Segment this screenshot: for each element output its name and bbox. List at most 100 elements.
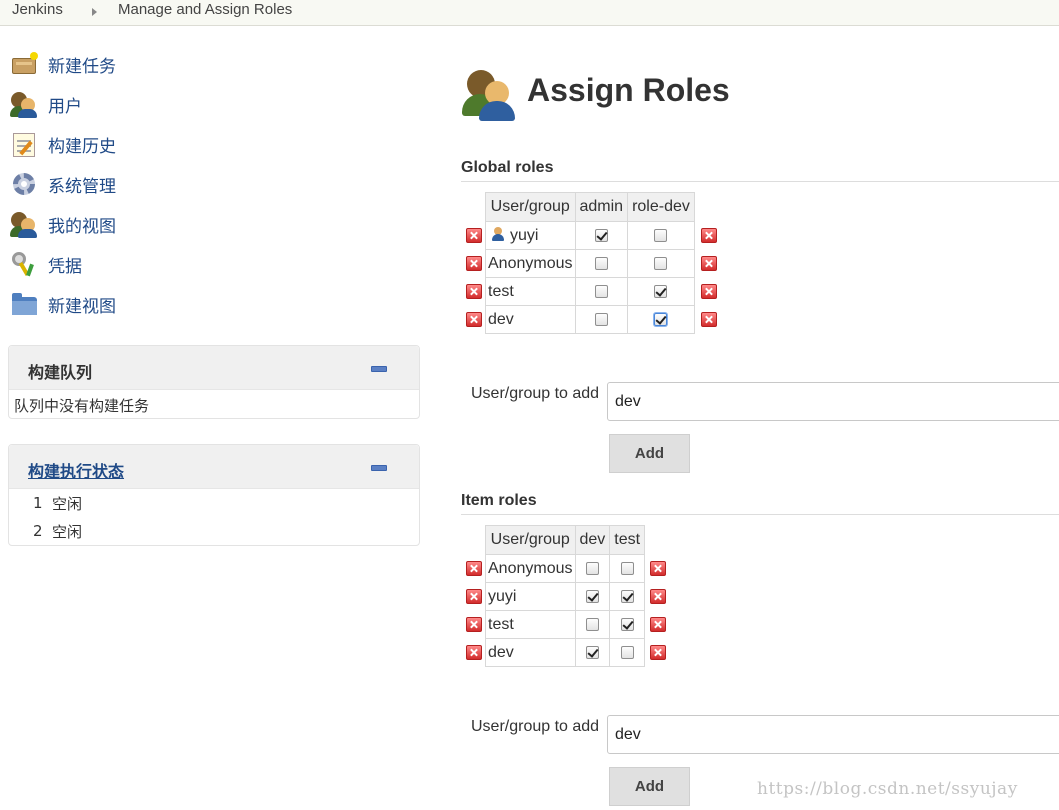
role-checkbox[interactable]	[594, 256, 608, 270]
remove-user-icon[interactable]	[466, 228, 482, 243]
role-checkbox[interactable]	[654, 256, 668, 270]
breadcrumb-separator-icon[interactable]	[92, 8, 97, 16]
remove-user-icon[interactable]	[466, 256, 482, 271]
remove-user-icon[interactable]	[466, 645, 482, 660]
table-header-row: User/group admin role-dev	[485, 192, 695, 222]
build-history-icon	[10, 130, 38, 158]
sidebar-item-build-history[interactable]: 构建历史	[10, 124, 270, 164]
watermark: https://blog.csdn.net/ssyujay	[757, 779, 1018, 799]
collapse-icon[interactable]	[371, 465, 387, 471]
role-checkbox[interactable]	[585, 617, 599, 631]
global-add-button[interactable]: Add	[609, 434, 690, 473]
global-add-label: User/group to add	[471, 385, 600, 402]
role-checkbox[interactable]	[594, 284, 608, 298]
remove-user-icon[interactable]	[650, 617, 666, 632]
column-header: admin	[574, 192, 629, 222]
item-add-label: User/group to add	[471, 718, 600, 735]
table-row: test	[485, 277, 695, 306]
build-queue-pane: 构建队列 队列中没有构建任务	[8, 345, 420, 419]
remove-user-icon[interactable]	[701, 312, 717, 327]
role-checkbox[interactable]	[654, 228, 668, 242]
table-row: dev	[485, 638, 646, 667]
sidebar-tasks: 新建任务 用户 构建历史 系统管理 我的视图 凭据 新建视图	[10, 44, 270, 324]
executors-title-link[interactable]: 构建执行状态	[28, 458, 124, 482]
table-row: test	[485, 610, 646, 639]
executor-status: 空闲	[52, 494, 83, 513]
my-views-icon	[10, 210, 38, 238]
remove-user-icon[interactable]	[466, 312, 482, 327]
gear-icon	[10, 170, 38, 198]
user-name: Anonymous	[485, 249, 576, 278]
user-name: yuyi	[510, 226, 539, 244]
role-checkbox[interactable]	[594, 312, 608, 326]
sidebar-item-label[interactable]: 用户	[48, 92, 82, 117]
executor-status: 空闲	[52, 522, 83, 541]
column-header: test	[609, 525, 646, 555]
sidebar-item-label[interactable]: 新建视图	[48, 292, 116, 317]
role-checkbox[interactable]	[620, 589, 634, 603]
breadcrumb-current-page[interactable]: Manage and Assign Roles	[118, 1, 292, 18]
sidebar-item-credentials[interactable]: 凭据	[10, 244, 270, 284]
role-checkbox[interactable]	[620, 645, 634, 659]
executor-number: 2	[33, 522, 43, 540]
role-checkbox[interactable]	[585, 645, 599, 659]
role-checkbox[interactable]	[654, 284, 668, 298]
remove-user-icon[interactable]	[701, 284, 717, 299]
sidebar-item-users[interactable]: 用户	[10, 84, 270, 124]
pane-header: 构建执行状态	[9, 445, 419, 489]
remove-user-icon[interactable]	[701, 228, 717, 243]
item-user-group-input[interactable]	[607, 715, 1059, 754]
remove-user-icon[interactable]	[650, 589, 666, 604]
sidebar-item-label[interactable]: 构建历史	[48, 132, 116, 157]
role-checkbox[interactable]	[654, 312, 668, 326]
global-roles-title: Global roles	[461, 159, 1059, 182]
user-name: dev	[485, 638, 576, 667]
column-header: User/group	[485, 192, 576, 222]
remove-user-icon[interactable]	[650, 645, 666, 660]
remove-user-icon[interactable]	[466, 284, 482, 299]
role-checkbox[interactable]	[585, 589, 599, 603]
sidebar-item-my-views[interactable]: 我的视图	[10, 204, 270, 244]
global-user-group-input[interactable]	[607, 382, 1059, 421]
column-header: User/group	[485, 525, 576, 555]
remove-user-icon[interactable]	[466, 617, 482, 632]
item-add-button[interactable]: Add	[609, 767, 690, 806]
user-name: dev	[485, 305, 576, 334]
sidebar-item-new-view[interactable]: 新建视图	[10, 284, 270, 324]
remove-user-icon[interactable]	[650, 561, 666, 576]
assign-roles-icon	[461, 67, 517, 123]
table-row: Anonymous	[485, 554, 646, 583]
sidebar-item-manage[interactable]: 系统管理	[10, 164, 270, 204]
role-checkbox[interactable]	[620, 617, 634, 631]
page-title: Assign Roles	[527, 72, 730, 108]
user-icon	[491, 226, 505, 241]
user-name: Anonymous	[485, 554, 576, 583]
users-icon	[10, 90, 38, 118]
breadcrumb-jenkins-link[interactable]: Jenkins	[12, 1, 63, 18]
table-header-row: User/group dev test	[485, 525, 646, 555]
folder-icon	[10, 290, 38, 318]
column-header: dev	[574, 525, 611, 555]
remove-user-icon[interactable]	[466, 561, 482, 576]
sidebar-item-label[interactable]: 新建任务	[48, 52, 116, 77]
role-checkbox[interactable]	[585, 561, 599, 575]
user-name: test	[485, 277, 576, 306]
global-roles-table: User/group admin role-dev yuyi Anonymous…	[485, 192, 695, 334]
role-checkbox[interactable]	[594, 228, 608, 242]
pane-header: 构建队列	[9, 346, 419, 390]
sidebar-item-label[interactable]: 凭据	[48, 252, 82, 277]
breadcrumb: Jenkins Manage and Assign Roles	[0, 0, 1059, 26]
table-row: yuyi	[485, 221, 695, 250]
role-checkbox[interactable]	[620, 561, 634, 575]
remove-user-icon[interactable]	[466, 589, 482, 604]
table-row: yuyi	[485, 582, 646, 611]
remove-user-icon[interactable]	[701, 256, 717, 271]
item-roles-table: User/group dev test Anonymous yuyi test …	[485, 525, 646, 667]
build-queue-title: 构建队列	[28, 363, 93, 382]
sidebar-item-new-item[interactable]: 新建任务	[10, 44, 270, 84]
collapse-icon[interactable]	[371, 366, 387, 372]
sidebar-item-label[interactable]: 我的视图	[48, 212, 116, 237]
item-roles-title: Item roles	[461, 492, 1059, 515]
column-header: role-dev	[627, 192, 695, 222]
sidebar-item-label[interactable]: 系统管理	[48, 172, 116, 197]
